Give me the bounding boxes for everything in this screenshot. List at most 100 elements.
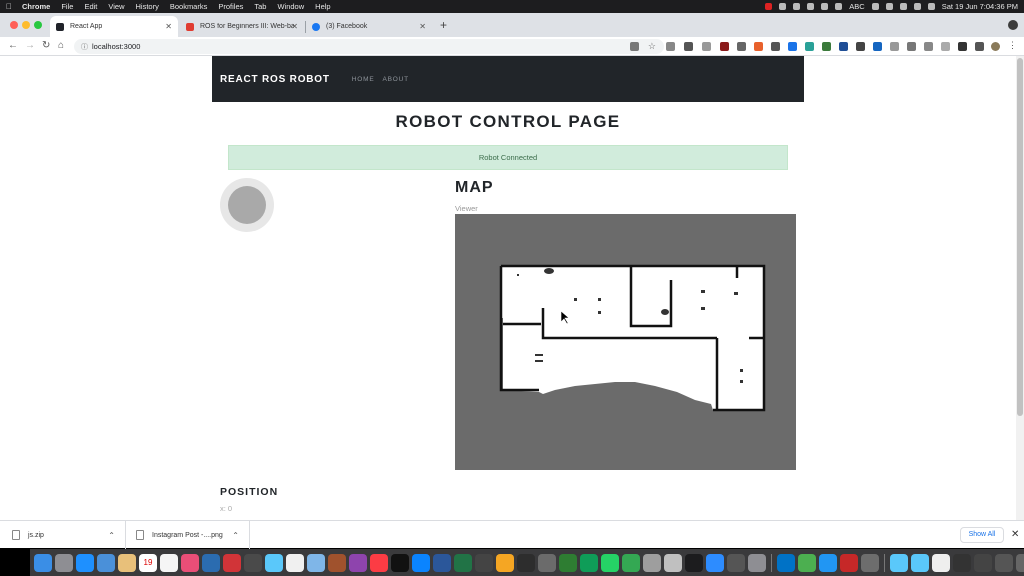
app-icon[interactable] [307, 553, 325, 572]
chrome-menu-icon[interactable]: ⋮ [1008, 40, 1017, 50]
url-text[interactable]: localhost:3000 [92, 42, 140, 51]
teamviewer-icon[interactable] [777, 553, 795, 572]
scrollbar-thumb[interactable] [1017, 58, 1023, 416]
app-icon[interactable] [622, 553, 640, 572]
filezilla-icon[interactable] [840, 553, 858, 572]
nav-link-home[interactable]: HOME [352, 76, 375, 83]
tab-ros-course[interactable]: ROS for Beginners III: Web-ba... ✕ [180, 16, 304, 37]
window-thumbnail-icon[interactable] [974, 553, 992, 572]
forward-icon[interactable]: → [25, 40, 35, 51]
translate-icon[interactable] [630, 42, 639, 51]
extension-icon[interactable] [873, 42, 882, 51]
extension-icon[interactable] [684, 42, 693, 51]
apple-menu-icon[interactable]:  [6, 2, 12, 11]
tab-facebook[interactable]: (3) Facebook ✕ [306, 16, 432, 37]
reminders-icon[interactable] [160, 553, 178, 572]
extension-icon[interactable] [666, 42, 675, 51]
extension-icon[interactable] [924, 42, 933, 51]
extension-icon[interactable] [702, 42, 711, 51]
trash-icon[interactable] [1016, 553, 1024, 572]
address-bar[interactable]: ⓘ localhost:3000 ☆ [74, 39, 664, 54]
volume-icon[interactable] [835, 3, 843, 10]
podcasts-icon[interactable] [349, 553, 367, 572]
menu-history[interactable]: History [136, 2, 159, 11]
zoom-window-icon[interactable] [34, 21, 42, 29]
navbar-brand[interactable]: REACT ROS ROBOT [220, 74, 330, 85]
window-thumbnail-icon[interactable] [995, 553, 1013, 572]
close-tab-icon[interactable]: ✕ [419, 22, 426, 31]
extension-icon[interactable] [890, 42, 899, 51]
menu-chrome[interactable]: Chrome [22, 2, 50, 11]
app-icon[interactable] [798, 553, 816, 572]
extensions-puzzle-icon[interactable] [958, 42, 967, 51]
menu-window[interactable]: Window [277, 2, 304, 11]
safari-icon[interactable] [76, 553, 94, 572]
record-icon[interactable] [765, 3, 773, 10]
new-tab-icon[interactable]: + [440, 18, 447, 32]
chevron-up-icon[interactable]: ⌃ [108, 531, 115, 540]
app-icon[interactable] [643, 553, 661, 572]
close-window-icon[interactable] [10, 21, 18, 29]
extension-icon[interactable] [720, 42, 729, 51]
app-icon[interactable] [517, 553, 535, 572]
profile-avatar[interactable] [991, 42, 1000, 51]
app-icon[interactable] [244, 553, 262, 572]
mail-icon[interactable] [97, 553, 115, 572]
app-icon[interactable] [580, 553, 598, 572]
close-tab-icon[interactable]: ✕ [291, 22, 298, 31]
app-icon[interactable] [861, 553, 879, 572]
status-icon[interactable] [807, 3, 815, 10]
menu-tab[interactable]: Tab [254, 2, 266, 11]
app-icon[interactable] [559, 553, 577, 572]
download-item[interactable]: Instagram Post -....png ⌃ [126, 521, 250, 549]
zoom-icon[interactable] [706, 553, 724, 572]
photos-icon[interactable] [181, 553, 199, 572]
tab-search-icon[interactable] [1008, 20, 1018, 30]
app-icon[interactable] [265, 553, 283, 572]
app-icon[interactable] [475, 553, 493, 572]
extension-icon[interactable] [754, 42, 763, 51]
app-icon[interactable] [664, 553, 682, 572]
site-info-icon[interactable]: ⓘ [81, 42, 88, 52]
app-icon[interactable] [727, 553, 745, 572]
word-icon[interactable] [433, 553, 451, 572]
extension-icon[interactable] [737, 42, 746, 51]
menu-help[interactable]: Help [315, 2, 330, 11]
extension-icon[interactable] [856, 42, 865, 51]
app-store-icon[interactable] [412, 553, 430, 572]
home-icon[interactable]: ⌂ [58, 40, 64, 51]
terminal-icon[interactable] [685, 553, 703, 572]
wifi-icon[interactable] [885, 3, 893, 10]
menu-view[interactable]: View [108, 2, 124, 11]
status-icon[interactable] [779, 3, 787, 10]
user-icon[interactable] [899, 3, 907, 10]
calendar-icon[interactable]: 19 [139, 553, 157, 572]
control-center-icon[interactable] [927, 3, 935, 10]
app-icon[interactable] [328, 553, 346, 572]
menu-profiles[interactable]: Profiles [218, 2, 243, 11]
folder-icon[interactable] [911, 553, 929, 572]
extension-icon[interactable] [941, 42, 950, 51]
map-viewer-canvas[interactable] [455, 214, 796, 470]
menubar-clock[interactable]: Sat 19 Jun 7:04:36 PM [942, 2, 1018, 11]
app-icon[interactable] [223, 553, 241, 572]
back-icon[interactable]: ← [8, 40, 18, 51]
window-thumbnail-icon[interactable] [953, 553, 971, 572]
app-icon[interactable] [538, 553, 556, 572]
spotlight-icon[interactable] [913, 3, 921, 10]
app-icon[interactable] [286, 553, 304, 572]
extension-icon[interactable] [805, 42, 814, 51]
sublime-icon[interactable] [496, 553, 514, 572]
close-tab-icon[interactable]: ✕ [165, 22, 172, 31]
show-all-button[interactable]: Show All [960, 527, 1004, 543]
help-icon[interactable] [748, 553, 766, 572]
minimize-window-icon[interactable] [22, 21, 30, 29]
battery-icon[interactable] [821, 3, 829, 10]
bluetooth-icon[interactable] [871, 3, 879, 10]
menu-edit[interactable]: Edit [84, 2, 97, 11]
finder-icon[interactable] [34, 553, 52, 572]
input-source[interactable]: ABC [849, 2, 864, 11]
extension-icon[interactable] [839, 42, 848, 51]
app-icon[interactable] [819, 553, 837, 572]
excel-icon[interactable] [454, 553, 472, 572]
